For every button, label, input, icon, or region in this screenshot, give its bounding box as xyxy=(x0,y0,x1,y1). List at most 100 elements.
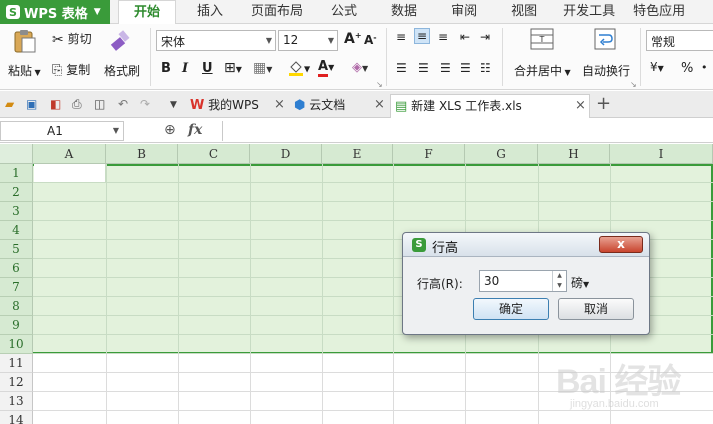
currency-icon[interactable]: ¥▼ xyxy=(650,60,664,74)
menu-tab-insert[interactable]: 插入 xyxy=(193,0,227,24)
app-name: WPS 表格 xyxy=(24,6,88,22)
percent-button[interactable]: % xyxy=(681,61,693,76)
underline-button[interactable]: U xyxy=(202,61,213,76)
print-icon[interactable]: ⎙ xyxy=(72,97,82,112)
row-header[interactable]: 7 xyxy=(0,278,33,297)
print-preview-icon[interactable]: ◫ xyxy=(94,97,105,111)
italic-button[interactable]: I xyxy=(182,61,188,76)
row-header[interactable]: 14 xyxy=(0,411,33,424)
unit-select[interactable]: 磅▼ xyxy=(571,274,589,291)
font-size-select[interactable]: 12 ▼ xyxy=(278,30,338,51)
align-middle-icon[interactable]: ≡ xyxy=(414,28,431,44)
spin-down-icon[interactable]: ▼ xyxy=(553,281,566,291)
menu-tab-home[interactable]: 开始 xyxy=(118,0,176,25)
app-menu-button[interactable]: S WPS 表格 ▼ xyxy=(0,0,110,24)
cut-button[interactable]: ✂ 剪切 xyxy=(52,30,92,48)
row-header[interactable]: 2 xyxy=(0,183,33,202)
close-icon[interactable]: × xyxy=(274,94,285,116)
row-header[interactable]: 1 xyxy=(0,164,33,183)
merge-center-button[interactable]: T xyxy=(530,28,554,50)
tab-cloud-docs[interactable]: ⬢ 云文档 × xyxy=(294,94,386,118)
menu-tab-special[interactable]: 特色应用 xyxy=(629,0,689,24)
menu-tab-developer[interactable]: 开发工具 xyxy=(559,0,619,24)
row-header[interactable]: 5 xyxy=(0,240,33,259)
alignment-dialog-launcher-icon[interactable]: ↘ xyxy=(630,80,637,89)
column-header[interactable]: C xyxy=(178,144,250,164)
close-icon[interactable]: x xyxy=(599,236,643,253)
row-header[interactable]: 11 xyxy=(0,354,33,373)
row-header[interactable]: 3 xyxy=(0,202,33,221)
wrap-text-button[interactable] xyxy=(594,28,616,50)
row-height-spinner[interactable]: ▲ ▼ xyxy=(552,271,566,291)
spin-up-icon[interactable]: ▲ xyxy=(553,271,566,281)
merge-center-label[interactable]: 合并居中 ▼ xyxy=(514,62,571,79)
bold-button[interactable]: B xyxy=(161,61,171,76)
column-header[interactable]: D xyxy=(250,144,322,164)
close-icon[interactable]: × xyxy=(575,95,586,117)
font-dialog-launcher-icon[interactable]: ↘ xyxy=(376,80,383,89)
row-header[interactable]: 10 xyxy=(0,335,33,354)
row-header[interactable]: 13 xyxy=(0,392,33,411)
paste-button[interactable] xyxy=(12,28,38,54)
fill-pattern-icon[interactable]: ▦▼ xyxy=(253,60,272,76)
distributed-align-icon[interactable]: ☷ xyxy=(480,61,491,75)
clear-format-icon[interactable]: ◈▼ xyxy=(352,60,368,75)
border-icon[interactable]: ⊞▼ xyxy=(224,60,242,76)
menu-tab-data[interactable]: 数据 xyxy=(387,0,421,24)
menu-tab-view[interactable]: 视图 xyxy=(507,0,541,24)
menu-tab-review[interactable]: 审阅 xyxy=(447,0,481,24)
row-header[interactable]: 9 xyxy=(0,316,33,335)
row-header[interactable]: 8 xyxy=(0,297,33,316)
row-header[interactable]: 12 xyxy=(0,373,33,392)
column-header[interactable]: A xyxy=(33,144,106,164)
paste-label[interactable]: 粘贴 ▼ xyxy=(8,62,41,79)
open-folder-icon[interactable]: ▰ xyxy=(5,97,14,111)
tab-my-wps[interactable]: W 我的WPS × xyxy=(190,94,290,118)
justify-icon[interactable]: ☰ xyxy=(460,61,471,75)
menu-tab-page-layout[interactable]: 页面布局 xyxy=(247,0,307,24)
column-header[interactable]: F xyxy=(393,144,465,164)
save-icon[interactable]: ▣ xyxy=(26,97,37,111)
column-header[interactable]: E xyxy=(322,144,393,164)
font-name-select[interactable]: 宋体 ▼ xyxy=(156,30,276,51)
row-header[interactable]: 6 xyxy=(0,259,33,278)
undo-icon[interactable]: ↶ xyxy=(118,97,128,111)
align-right-icon[interactable]: ☰ xyxy=(440,61,451,75)
ok-button[interactable]: 确定 xyxy=(473,298,549,320)
align-top-icon[interactable]: ≡ xyxy=(396,30,406,44)
increase-font-icon[interactable]: A+ xyxy=(344,31,362,47)
formula-input[interactable] xyxy=(222,121,713,141)
zoom-search-icon[interactable]: ⊕ xyxy=(164,122,176,138)
decrease-font-icon[interactable]: A- xyxy=(364,33,377,47)
name-box[interactable]: A1 ▼ xyxy=(0,121,124,141)
select-all-corner[interactable] xyxy=(0,144,33,164)
fill-color-button[interactable]: ▼ xyxy=(288,59,310,77)
indent-increase-icon[interactable]: ⇥ xyxy=(480,30,490,44)
tab-active-sheet[interactable]: ▤ 新建 XLS 工作表.xls × xyxy=(390,94,590,118)
column-header[interactable]: H xyxy=(538,144,610,164)
quick-access-dropdown-icon[interactable]: ▼ xyxy=(170,100,177,110)
insert-function-button[interactable]: fx xyxy=(188,122,202,138)
comma-style-icon[interactable]: • xyxy=(701,61,708,74)
format-painter-button[interactable] xyxy=(108,28,134,54)
indent-decrease-icon[interactable]: ⇤ xyxy=(460,30,470,44)
align-bottom-icon[interactable]: ≡ xyxy=(438,30,448,44)
align-left-icon[interactable]: ☰ xyxy=(396,61,407,75)
align-center-icon[interactable]: ☰ xyxy=(418,61,429,75)
add-tab-button[interactable]: + xyxy=(596,93,611,114)
column-header[interactable]: G xyxy=(465,144,538,164)
copy-button[interactable]: ⎘ 复制 xyxy=(52,61,90,78)
export-pdf-icon[interactable]: ◧ xyxy=(50,97,61,111)
font-color-button[interactable]: A▼ xyxy=(318,59,334,77)
cancel-button[interactable]: 取消 xyxy=(558,298,634,320)
column-header[interactable]: B xyxy=(106,144,178,164)
redo-icon[interactable]: ↷ xyxy=(140,97,150,111)
column-header[interactable]: I xyxy=(610,144,713,164)
menu-tab-formulas[interactable]: 公式 xyxy=(327,0,361,24)
row-height-input[interactable]: 30 ▲ ▼ xyxy=(479,270,567,292)
dialog-title-bar[interactable]: S 行高 x xyxy=(403,233,649,257)
close-icon[interactable]: × xyxy=(374,94,385,116)
row-header[interactable]: 4 xyxy=(0,221,33,240)
number-format-select[interactable]: 常规 xyxy=(646,30,713,51)
active-cell-a1[interactable] xyxy=(34,164,106,183)
